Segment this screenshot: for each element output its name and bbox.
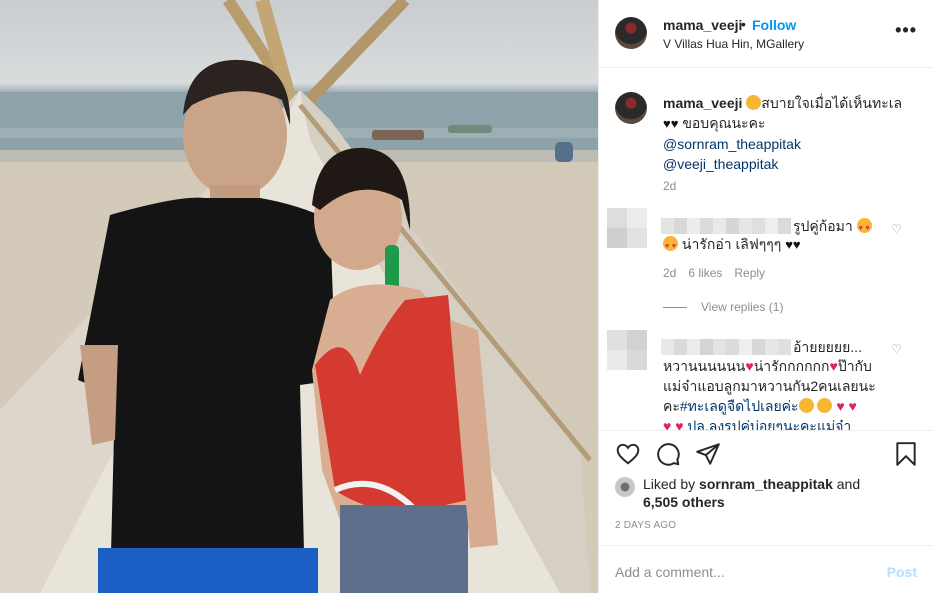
- instagram-post: mama_veeji • Follow V Villas Hua Hin, MG…: [0, 0, 933, 593]
- liker-username[interactable]: sornram_theappitak: [699, 476, 833, 492]
- share-icon[interactable]: [695, 441, 721, 467]
- comment-2-text-e: คะ: [663, 398, 680, 414]
- black-heart-icon: ♥♥: [785, 237, 801, 252]
- hashtag-link[interactable]: #ทะเลดูจืดไปเลยค่ะ: [680, 398, 799, 414]
- bookmark-icon[interactable]: [893, 441, 919, 467]
- red-heart-icon: ♥: [848, 398, 857, 414]
- post-actions: Liked by sornram_theappitak and 6,505 ot…: [599, 430, 933, 546]
- comment-icon[interactable]: [655, 441, 681, 467]
- comment-2-text-a: หวานนนนนน: [663, 358, 746, 374]
- caption-text-line1: สบายใจเมื่อได้เห็นทะเล: [761, 95, 903, 111]
- comment-1-line1: รูปคู่ก้อมา: [793, 216, 872, 239]
- post-side-panel: mama_veeji • Follow V Villas Hua Hin, MG…: [598, 0, 933, 593]
- caption-time[interactable]: 2d: [663, 179, 676, 193]
- heart-eyes-emoji-icon: [856, 218, 872, 239]
- likes-count[interactable]: 6,505 others: [643, 494, 725, 510]
- comment-1-line2: น่ารักอ่า เลิฟๆๆๆ ♥♥: [663, 234, 801, 257]
- comment-1-meta: 2d 6 likes Reply: [663, 266, 765, 280]
- red-heart-icon: ♥: [745, 358, 754, 374]
- comments-list[interactable]: mama_veeji สบายใจเมื่อได้เห็นทะเล ♥♥ ขอบ…: [599, 68, 933, 430]
- likes-prefix: Liked by: [643, 476, 696, 492]
- comment-1-reply-button[interactable]: Reply: [734, 266, 765, 280]
- caption: mama_veeji สบายใจเมื่อได้เห็นทะเล ♥♥ ขอบ…: [663, 93, 913, 174]
- header-separator: •: [741, 16, 746, 32]
- comment-username-blurred[interactable]: [661, 218, 791, 234]
- comment-avatar-blurred[interactable]: [607, 208, 647, 248]
- grin-emoji-icon: [798, 398, 814, 413]
- author-avatar[interactable]: [615, 17, 647, 49]
- comment-1-text-b: น่ารักอ่า เลิฟๆๆๆ: [681, 236, 782, 252]
- post-timestamp[interactable]: 2 DAYS AGO: [615, 520, 676, 531]
- comment-1-text-a: รูปคู่ก้อมา: [793, 218, 853, 234]
- caption-text-line2: ขอบคุณนะคะ: [682, 115, 766, 131]
- comment-2-text-d: แม่จ๋าแอบลูกมาหวานกัน2คนเลยนะ: [663, 378, 876, 394]
- more-options-icon[interactable]: •••: [895, 20, 917, 41]
- comment-like-heart-icon[interactable]: ♡: [891, 222, 902, 236]
- comment-like-heart-icon[interactable]: ♡: [891, 342, 902, 356]
- black-heart-icon: ♥♥: [663, 116, 679, 131]
- replies-line: [663, 306, 687, 308]
- comment-2-text-f: ปล.ลงรูปคู่บ่อยๆนะคะแม่จ๋า: [687, 418, 852, 430]
- grin-emoji-icon: [817, 398, 833, 413]
- view-replies-button[interactable]: View replies (1): [663, 300, 783, 314]
- red-heart-icon: ♥: [675, 418, 684, 430]
- photo-illustration: [0, 0, 598, 593]
- mention-link-2[interactable]: @veeji_theappitak: [663, 154, 913, 174]
- comment-2-text-b: น่ารักกกกกก: [753, 358, 830, 374]
- caption-author-avatar[interactable]: [615, 92, 647, 124]
- comment-2-text-c: ป๊ากับ: [837, 358, 872, 374]
- comment-1-time[interactable]: 2d: [663, 266, 676, 280]
- comment-username-blurred[interactable]: [661, 339, 791, 355]
- post-comment-button[interactable]: Post: [887, 564, 917, 580]
- likes-and: and: [836, 476, 861, 492]
- liker-avatar[interactable]: [615, 477, 635, 497]
- heart-icon[interactable]: [615, 441, 641, 467]
- post-photo[interactable]: [0, 0, 598, 593]
- mention-link-1[interactable]: @sornram_theappitak: [663, 134, 913, 154]
- add-comment-bar: Add a comment... Post: [599, 545, 933, 594]
- location-link[interactable]: V Villas Hua Hin, MGallery: [663, 37, 804, 51]
- smile-emoji-icon: [746, 95, 762, 110]
- red-heart-icon: ♥: [836, 398, 845, 414]
- comment-avatar-blurred[interactable]: [607, 330, 647, 370]
- follow-button[interactable]: Follow: [752, 17, 796, 33]
- author-username[interactable]: mama_veeji: [663, 17, 742, 33]
- view-replies-label: View replies (1): [701, 300, 784, 314]
- comment-2-line1: อ้ายยยยย...: [793, 339, 862, 355]
- red-heart-icon: ♥: [663, 418, 672, 430]
- post-header: mama_veeji • Follow V Villas Hua Hin, MG…: [599, 0, 933, 68]
- comment-1-likes[interactable]: 6 likes: [688, 266, 722, 280]
- add-comment-input[interactable]: Add a comment...: [615, 564, 725, 580]
- heart-eyes-emoji-icon: [663, 236, 678, 257]
- red-heart-icon: ♥: [829, 358, 838, 374]
- caption-username[interactable]: mama_veeji: [663, 95, 742, 111]
- comment-2-body: หวานนนนนน♥น่ารักกกกกก♥ป๊ากับ แม่จ๋าแอบลู…: [663, 356, 913, 430]
- likes-text: Liked by sornram_theappitak and 6,505 ot…: [643, 475, 913, 511]
